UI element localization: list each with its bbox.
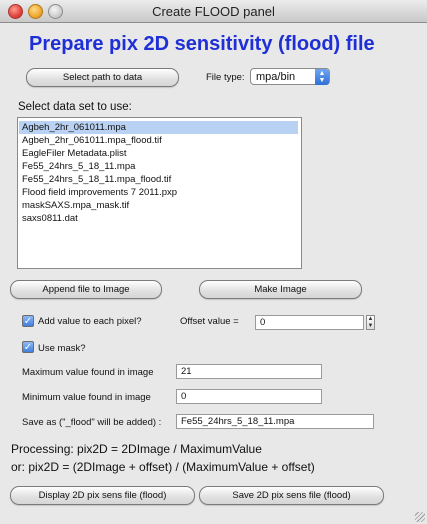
- title-bar[interactable]: Create FLOOD panel: [0, 0, 427, 23]
- save-as-label: Save as ("_flood" will be added) :: [22, 417, 162, 428]
- append-file-button[interactable]: Append file to Image: [10, 280, 162, 299]
- window-title: Create FLOOD panel: [152, 4, 275, 19]
- select-arrows-icon: ▲ ▼: [315, 69, 329, 85]
- processing-line-1: Processing: pix2D = 2DImage / MaximumVal…: [11, 442, 262, 456]
- add-value-label: Add value to each pixel?: [38, 316, 142, 327]
- list-item[interactable]: maskSAXS.mpa_mask.tif: [19, 199, 298, 212]
- list-item[interactable]: Agbeh_2hr_061011.mpa: [19, 121, 298, 134]
- save-flood-button[interactable]: Save 2D pix sens file (flood): [199, 486, 384, 505]
- page-heading: Prepare pix 2D sensitivity (flood) file: [29, 33, 375, 55]
- min-value-field[interactable]: 0: [176, 389, 322, 404]
- dataset-label: Select data set to use:: [18, 101, 132, 113]
- offset-stepper[interactable]: ▲ ▼: [366, 315, 375, 330]
- resize-grip-icon[interactable]: [415, 512, 425, 522]
- offset-label: Offset value =: [180, 316, 239, 327]
- make-image-button[interactable]: Make Image: [199, 280, 362, 299]
- save-as-input[interactable]: Fe55_24hrs_5_18_11.mpa: [176, 414, 374, 429]
- list-item[interactable]: EagleFiler Metadata.plist: [19, 147, 298, 160]
- list-item[interactable]: Agbeh_2hr_061011.mpa_flood.tif: [19, 134, 298, 147]
- offset-input[interactable]: 0: [255, 315, 364, 330]
- add-value-checkbox[interactable]: ✓: [22, 315, 34, 327]
- use-mask-checkbox[interactable]: ✓: [22, 341, 34, 353]
- list-item[interactable]: saxs0811.dat: [19, 212, 298, 225]
- max-value-label: Maximum value found in image: [22, 367, 154, 378]
- file-type-select[interactable]: mpa/bin ▲ ▼: [250, 68, 330, 85]
- list-item[interactable]: Fe55_24hrs_5_18_11.mpa_flood.tif: [19, 173, 298, 186]
- file-type-value: mpa/bin: [256, 71, 296, 83]
- select-path-button[interactable]: Select path to data: [26, 68, 179, 87]
- file-type-label: File type:: [206, 72, 245, 83]
- dataset-list[interactable]: Agbeh_2hr_061011.mpa Agbeh_2hr_061011.mp…: [17, 117, 302, 269]
- min-value-label: Minimum value found in image: [22, 392, 151, 403]
- max-value-field[interactable]: 21: [176, 364, 322, 379]
- use-mask-label: Use mask?: [38, 343, 86, 354]
- list-item[interactable]: Fe55_24hrs_5_18_11.mpa: [19, 160, 298, 173]
- display-flood-button[interactable]: Display 2D pix sens file (flood): [10, 486, 195, 505]
- list-item[interactable]: Flood field improvements 7 2011.pxp: [19, 186, 298, 199]
- processing-line-2: or: pix2D = (2DImage + offset) / (Maximu…: [11, 460, 315, 474]
